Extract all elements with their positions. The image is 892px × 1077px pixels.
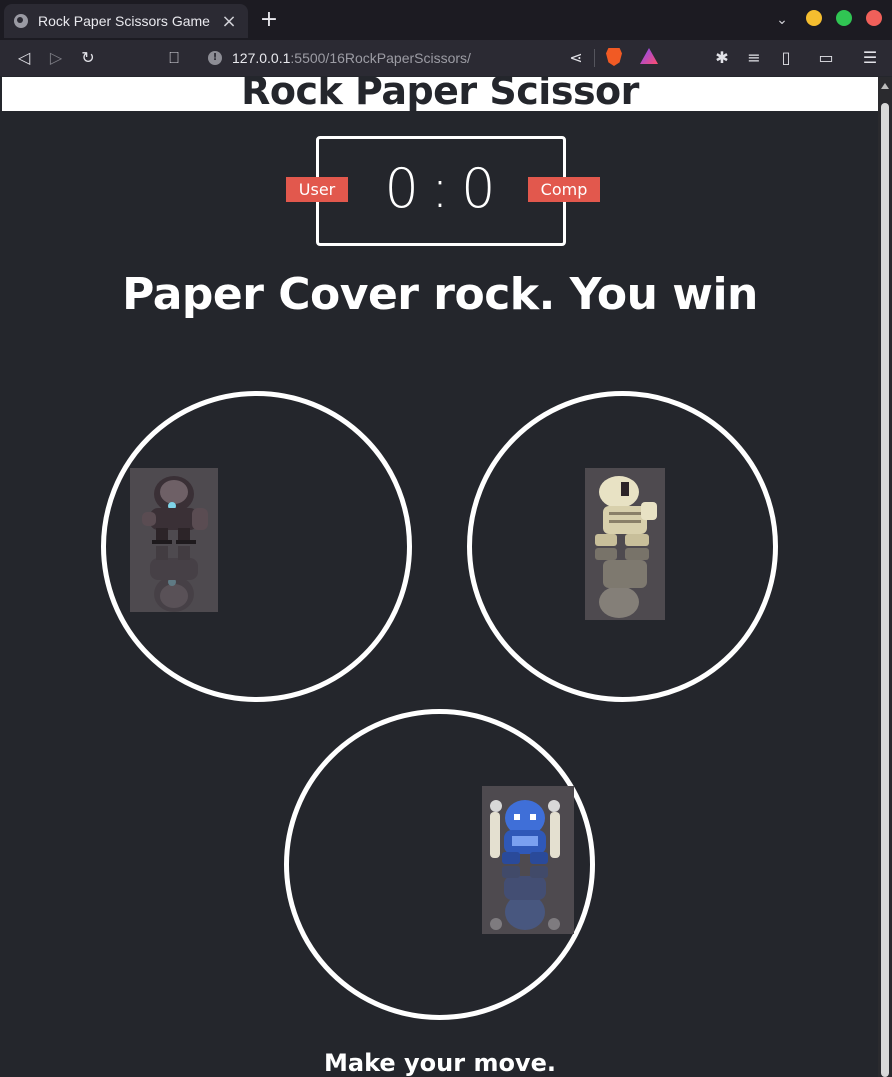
extensions-icon[interactable]: ✱ [710,46,734,70]
share-icon[interactable]: ⋖ [564,46,588,70]
browser-tab-bar: Rock Paper Scissors Game × + ⌄ [0,0,892,40]
user-badge: User [286,177,348,202]
page-viewport: Rock Paper Scissor User Comp 0 : 0 Paper… [2,77,878,1077]
comp-score: 0 [461,157,496,220]
user-score: 0 [384,157,419,220]
paper-sprite[interactable] [585,468,665,620]
score-display: 0 : 0 [380,159,500,219]
close-tab-icon[interactable]: × [220,11,238,32]
bookmark-icon[interactable]: ⎕ [162,46,186,70]
window-maximize-button[interactable] [836,10,852,26]
brave-rewards-icon[interactable] [640,48,658,64]
brave-shields-icon[interactable] [606,48,622,66]
url-host: 127.0.0.1 [232,50,291,66]
page-scrollbar[interactable] [878,77,892,1077]
comp-badge: Comp [528,177,600,202]
rock-sprite-art [130,468,218,612]
menu-icon[interactable]: ☰ [858,46,882,70]
window-minimize-button[interactable] [806,10,822,26]
globe-icon [14,14,28,28]
tab-title: Rock Paper Scissors Game [38,13,210,29]
browser-toolbar: ◁ ▷ ↻ ⎕ ! 127.0.0.1:5500/16RockPaperScis… [0,40,892,76]
reload-icon[interactable]: ↻ [76,46,100,70]
forward-icon[interactable]: ▷ [44,46,68,70]
playlist-icon[interactable]: ≡ [742,46,766,70]
url-path: :5500/16RockPaperScissors/ [290,50,471,66]
wallet-icon[interactable]: ▭ [814,46,838,70]
rock-sprite[interactable] [130,468,218,612]
scissors-sprite[interactable] [482,786,574,934]
window-close-button[interactable] [866,10,882,26]
site-info-icon[interactable]: ! [208,51,222,65]
sidebar-icon[interactable]: ▯ [774,46,798,70]
move-prompt: Make your move. [324,1049,556,1077]
scissors-sprite-art [482,786,574,934]
address-bar[interactable]: ! 127.0.0.1:5500/16RockPaperScissors/ [196,45,596,71]
chevron-down-icon[interactable]: ⌄ [772,10,792,30]
score-separator: : [430,157,450,220]
page-title: Rock Paper Scissor [241,77,639,111]
toolbar-divider [594,49,595,67]
new-tab-icon[interactable]: + [256,6,282,34]
back-icon[interactable]: ◁ [12,46,36,70]
browser-tab[interactable]: Rock Paper Scissors Game × [4,4,248,38]
paper-sprite-art [585,468,665,620]
scrollbar-thumb[interactable] [881,103,889,1077]
scroll-up-icon[interactable] [881,83,889,89]
site-header: Rock Paper Scissor [2,77,878,111]
result-message: Paper Cover rock. You win [122,269,758,320]
